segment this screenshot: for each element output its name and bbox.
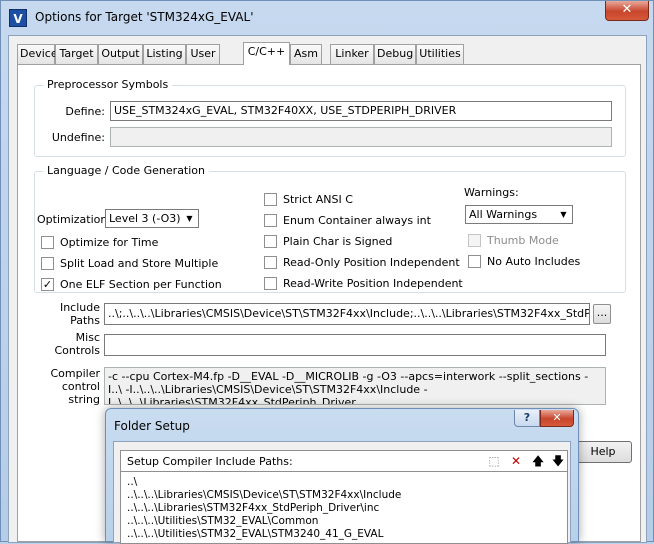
define-label: Define: [65,105,105,118]
move-down-icon[interactable]: 🡇 [549,453,567,469]
tab-utilities[interactable]: Utilities [416,44,464,64]
include-paths-label-line2: Paths [70,314,100,327]
checkbox-box [468,234,481,247]
checkbox-box [264,256,277,269]
include-paths-list-header: Setup Compiler Include Paths: ⬚ ✕ 🡅 🡇 [120,450,568,472]
checkbox-box [468,255,481,268]
compiler-string-label-line3: string [68,393,100,406]
checkbox-label: Read-Write Position Independent [283,277,463,290]
language-group-title: Language / Code Generation [43,164,210,177]
misc-controls-label: Misc Controls [28,331,101,357]
checkbox-strict-ansi-c[interactable]: Strict ANSI C [264,193,353,206]
include-paths-label-line1: Include [59,301,100,314]
tab-listing[interactable]: Listing [143,44,186,64]
checkbox-thumb-mode: Thumb Mode [468,234,559,247]
checkbox-no-auto-includes[interactable]: No Auto Includes [468,255,580,268]
uvision-app-icon: V [9,9,27,27]
checkbox-label: Optimize for Time [60,236,159,249]
help-icon: ? [523,411,531,424]
checkbox-plain-char-signed[interactable]: Plain Char is Signed [264,235,392,248]
tab-linker[interactable]: Linker [330,44,374,64]
undefine-label: Undefine: [51,131,105,144]
tab-target[interactable]: Target [55,44,98,64]
warnings-label: Warnings: [464,186,519,199]
warnings-value: All Warnings [469,208,538,221]
checkbox-box [264,193,277,206]
checkbox-split-load-store[interactable]: Split Load and Store Multiple [41,257,218,270]
checkbox-box [264,277,277,290]
checkbox-label: Split Load and Store Multiple [60,257,219,270]
misc-controls-label-line2: Controls [54,344,101,357]
checkbox-label: Plain Char is Signed [283,235,393,248]
include-paths-label: Include Paths [28,301,100,327]
misc-controls-label-line1: Misc [75,331,100,344]
optimization-value: Level 3 (-O3) [109,212,181,225]
folder-setup-close-button[interactable]: ✕ [540,410,574,427]
tab-asm[interactable]: Asm [290,44,322,64]
preprocessor-group-title: Preprocessor Symbols [43,78,173,91]
list-item[interactable]: ..\..\..\Utilities\STM32_EVAL\STM3240_41… [127,528,383,540]
warnings-select[interactable]: All Warnings ▼ [465,205,573,224]
checkbox-label: Read-Only Position Independent [283,256,460,269]
checkbox-box [41,257,54,270]
undefine-input[interactable] [110,127,612,147]
tab-user[interactable]: User [186,44,220,64]
folder-setup-help-button[interactable]: ? [514,410,540,427]
checkbox-one-elf-section[interactable]: ✓ One ELF Section per Function [41,278,222,291]
include-paths-browse-button[interactable]: ... [593,304,611,324]
compiler-string-textarea[interactable]: -c --cpu Cortex-M4.fp -D__EVAL -D__MICRO… [104,367,606,405]
chevron-down-icon: ▼ [560,210,567,219]
compiler-string-label-line1: Compiler [50,367,100,380]
preprocessor-group: Preprocessor Symbols Define: USE_STM324x… [34,78,626,157]
checkbox-box [41,236,54,249]
include-paths-list-title: Setup Compiler Include Paths: [127,455,293,468]
folder-setup-dialog: Folder Setup ? ✕ Setup Compiler Include … [105,408,579,544]
folder-setup-client: Setup Compiler Include Paths: ⬚ ✕ 🡅 🡇 ..… [113,441,571,544]
close-icon: ✕ [552,411,562,424]
checkbox-ro-position-independent[interactable]: Read-Only Position Independent [264,256,460,269]
window-title: Options for Target 'STM324xG_EVAL' [35,10,254,24]
help-button[interactable]: Help [574,441,632,463]
misc-controls-input[interactable] [104,334,606,356]
language-group: Language / Code Generation Optimization:… [34,164,626,293]
checkbox-label: Thumb Mode [487,234,559,247]
chevron-down-icon: ▼ [186,214,193,223]
checkbox-label: One ELF Section per Function [60,278,222,291]
list-item[interactable]: ..\ [127,476,137,488]
list-item[interactable]: ..\..\..\Libraries\STM32F4xx_StdPeriph_D… [127,502,379,514]
tab-c-cpp[interactable]: C/C++ [243,42,290,65]
new-folder-icon[interactable]: ⬚ [485,453,503,469]
compiler-string-label: Compiler control string [28,367,100,406]
optimization-select[interactable]: Level 3 (-O3) ▼ [105,209,199,228]
include-paths-list[interactable]: ..\ ..\..\..\Libraries\CMSIS\Device\ST\S… [120,472,568,544]
tab-output[interactable]: Output [98,44,143,64]
close-icon: ✕ [621,2,633,17]
checkbox-box [264,235,277,248]
folder-setup-title: Folder Setup [114,419,190,433]
checkbox-label: Enum Container always int [283,214,431,227]
delete-icon[interactable]: ✕ [507,453,525,469]
close-button[interactable]: ✕ [605,1,649,21]
list-item[interactable]: ..\..\..\Utilities\STM32_EVAL\Common [127,515,318,527]
optimization-label: Optimization: [37,213,112,226]
checkbox-label: No Auto Includes [487,255,581,268]
checkmark-icon: ✓ [41,278,54,291]
checkbox-box [264,214,277,227]
list-item[interactable]: ..\..\..\Libraries\CMSIS\Device\ST\STM32… [127,489,401,501]
include-paths-input[interactable]: ..\;..\..\..\Libraries\CMSIS\Device\ST\S… [104,303,590,325]
compiler-string-label-line2: control [61,380,100,393]
tab-debug[interactable]: Debug [374,44,416,64]
define-input[interactable]: USE_STM324xG_EVAL, STM32F40XX, USE_STDPE… [110,101,612,121]
checkbox-label: Strict ANSI C [283,193,353,206]
tab-device[interactable]: Device [17,44,58,64]
checkbox-rw-position-independent[interactable]: Read-Write Position Independent [264,277,463,290]
checkbox-enum-container[interactable]: Enum Container always int [264,214,431,227]
checkbox-optimize-for-time[interactable]: Optimize for Time [41,236,158,249]
title-bar[interactable]: V Options for Target 'STM324xG_EVAL' ✕ [1,1,654,35]
move-up-icon[interactable]: 🡅 [529,453,547,469]
